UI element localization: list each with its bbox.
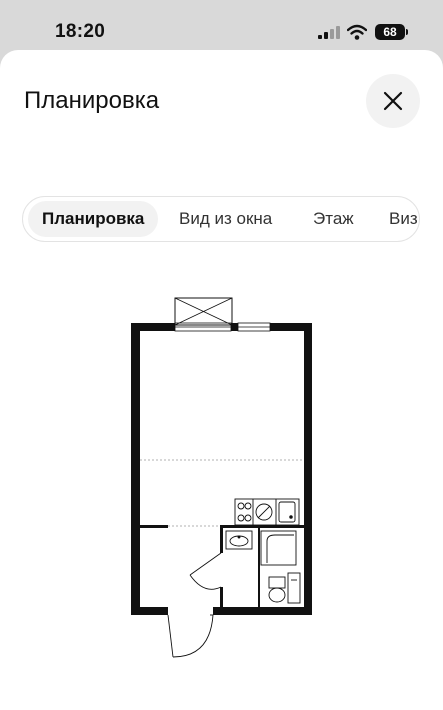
close-icon: [383, 91, 403, 111]
floor-plan: [131, 297, 312, 658]
close-button[interactable]: [366, 74, 420, 128]
exterior-walls: [131, 323, 312, 615]
bottom-sheet: Планировка Планировка Вид из окна Этаж В…: [0, 50, 443, 710]
tab-floor[interactable]: Этаж: [313, 201, 354, 237]
hallway-partition: [140, 525, 304, 607]
bathroom-sink: [225, 530, 253, 550]
battery-nub: [406, 29, 408, 35]
wifi-icon: [347, 24, 367, 40]
tab-bar: Планировка Вид из окна Этаж Виз: [22, 196, 420, 242]
battery-icon: 68: [375, 24, 405, 40]
battery-level: 68: [383, 25, 397, 39]
tab-visualization[interactable]: Виз: [389, 201, 418, 237]
status-bar: 18:20 68: [0, 0, 443, 50]
utility-box: [287, 572, 301, 604]
cellular-signal-icon: [318, 26, 340, 39]
toilet: [268, 576, 286, 603]
balcony-window: [174, 297, 233, 326]
tab-window-view[interactable]: Вид из окна: [179, 201, 272, 237]
kitchen-unit: [234, 498, 300, 526]
status-time: 18:20: [55, 21, 106, 42]
shower-cabin: [260, 530, 297, 566]
tab-layout[interactable]: Планировка: [28, 201, 159, 237]
entrance-door: [167, 614, 214, 658]
sheet-title: Планировка: [24, 87, 160, 114]
bathroom-door: [189, 552, 222, 590]
